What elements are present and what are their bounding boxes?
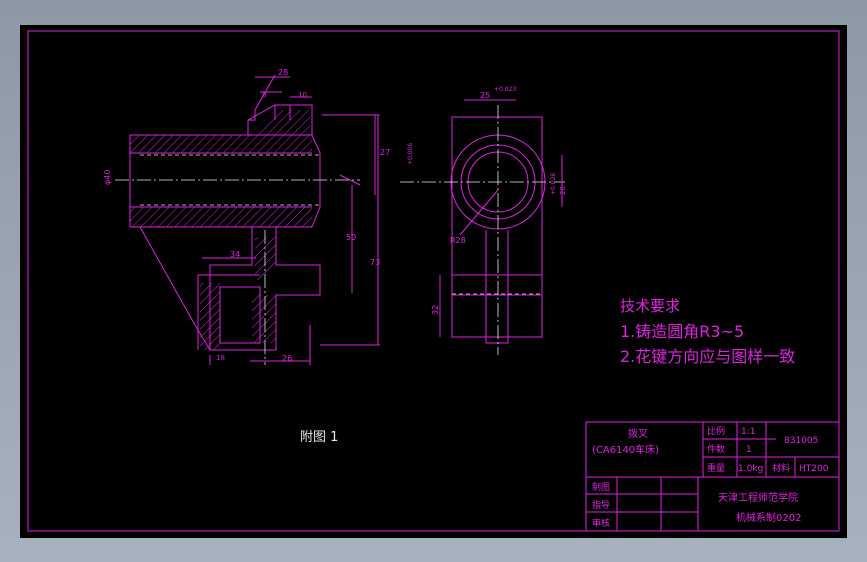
dim-34: 34 [230,250,240,259]
dim-73: 73 [370,258,380,267]
tech-req-item-1: 1.铸造圆角R3~5 [620,322,744,341]
dim-r28: R28 [450,236,466,245]
dim-10: 10 [298,91,307,99]
material-value: HT200 [799,464,829,474]
side-dimensions: 25 +0.023 20 +0.028 +0.006 R28 32 [407,86,567,337]
dim-25: 25 [480,91,490,100]
front-view [115,74,360,365]
tech-req-item-2: 2.花键方向应与图样一致 [620,347,795,366]
qty-label: 件数 [707,443,725,455]
class-name: 机械系制0202 [736,511,801,524]
machine-name: (CA6140车床) [592,443,659,456]
side-view [400,105,565,355]
drawing-canvas: 28 8 10 27 50 73 34 26 18 φ40 25 +0.023 … [27,30,840,532]
dim-phi40: φ40 [103,170,112,185]
dim-28: 28 [278,68,288,77]
tech-req-title: 技术要求 [620,297,680,315]
material-label: 材料 [772,462,790,474]
designed-label: 指导 [592,499,610,511]
part-name: 拨叉 [628,427,648,440]
drawn-label: 制图 [592,481,610,493]
title-block: 拨叉 (CA6140车床) 比例 1:1 件数 1 重量 1.0kg 材料 HT… [585,421,840,532]
scale-value: 1:1 [741,427,755,437]
dim-20: 20 [559,186,567,195]
dim-27: 27 [380,148,390,157]
dim-8: 8 [262,91,266,99]
drawing-number: 831005 [784,436,818,446]
checked-label: 审核 [592,517,610,529]
weight-value: 1.0kg [738,464,763,474]
technical-requirements: 技术要求 1.铸造圆角R3~5 2.花键方向应与图样一致 [620,297,795,366]
weight-label: 重量 [707,462,725,474]
dim-26: 26 [282,354,292,363]
school-name: 天津工程师范学院 [718,491,798,504]
dim-50: 50 [346,233,356,242]
figure-caption: 附图 1 [300,430,338,445]
dim-22-tol: +0.028 [550,173,557,195]
scale-label: 比例 [707,425,725,437]
dim-25-tol: +0.023 [494,86,516,93]
dim-32: 32 [431,305,440,315]
drawing-border [27,30,840,532]
qty-value: 1 [746,445,752,455]
dim-18: 18 [216,354,225,362]
dim-6-tol: +0.006 [407,143,414,165]
drawing-viewport[interactable]: 28 8 10 27 50 73 34 26 18 φ40 25 +0.023 … [20,25,847,538]
